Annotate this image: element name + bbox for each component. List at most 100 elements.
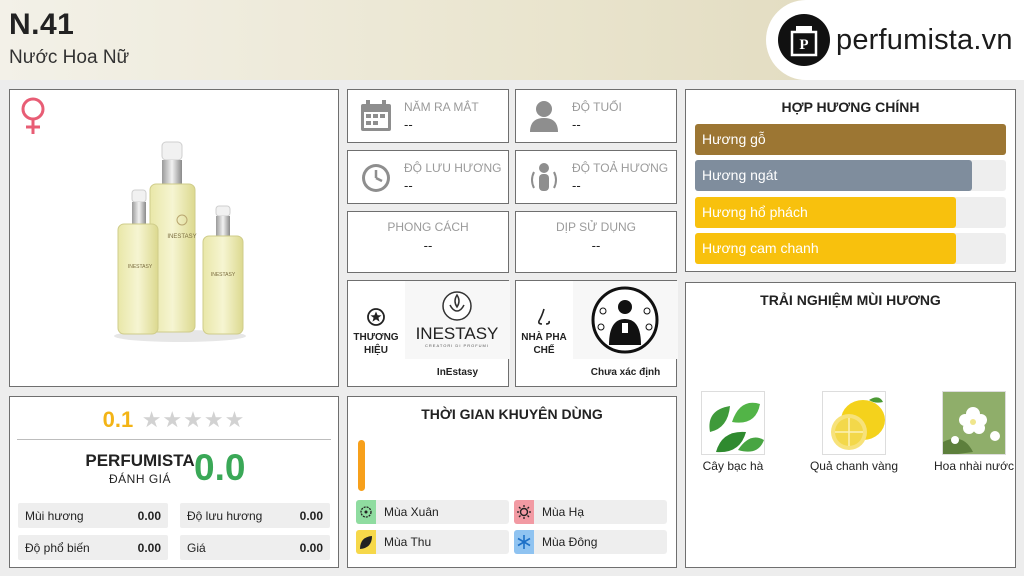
perfumer-card[interactable]: NHÀ PHA CHẾ Chưa xác định bbox=[515, 280, 678, 387]
season-label: Mùa Xuân bbox=[384, 505, 439, 519]
main-accords-panel: HỢP HƯƠNG CHÍNH Hương gỗ Hương ngát Hương … bbox=[685, 89, 1016, 272]
star-icon[interactable]: ★ bbox=[162, 407, 183, 432]
release-year-card: NĂM RA MẮT -- bbox=[347, 89, 509, 143]
occasion-card: DỊP SỬ DỤNG -- bbox=[515, 211, 677, 273]
note-label: Hoa nhài nước bbox=[934, 459, 1014, 473]
logo-text: perfumista.vn bbox=[836, 23, 1013, 56]
autumn-leaf-icon bbox=[359, 534, 373, 555]
release-year-value: -- bbox=[404, 117, 413, 132]
note-mint[interactable]: Cây bạc hà bbox=[688, 391, 778, 474]
star-icon[interactable]: ★ bbox=[204, 407, 225, 432]
rating-criterion: Giá 0.00 bbox=[180, 535, 330, 560]
time-title: THỜI GIAN KHUYÊN DÙNG bbox=[421, 406, 603, 422]
note-lemon[interactable]: Quả chanh vàng bbox=[809, 391, 899, 474]
svg-text:INESTASY: INESTASY bbox=[167, 234, 196, 240]
jasmine-image bbox=[942, 391, 1006, 455]
accord-bar: Hương cam chanh bbox=[695, 233, 1006, 264]
style-card: PHONG CÁCH -- bbox=[347, 211, 509, 273]
perfumer-label-area: NHÀ PHA CHẾ bbox=[516, 281, 572, 386]
criterion-value: 0.00 bbox=[137, 509, 161, 523]
perfumista-rating-title: PERFUMISTA bbox=[85, 451, 195, 470]
criterion-name: Độ lưu hương bbox=[187, 509, 263, 523]
star-icon[interactable]: ★ bbox=[183, 407, 204, 432]
rating-divider bbox=[17, 439, 331, 440]
longevity-card: ĐỘ LƯU HƯƠNG -- bbox=[347, 150, 509, 204]
sillage-person-icon bbox=[531, 163, 557, 191]
star-icon[interactable]: ★ bbox=[142, 407, 163, 432]
longevity-value: -- bbox=[404, 178, 413, 193]
criterion-name: Độ phổ biến bbox=[25, 541, 90, 555]
lemon-image bbox=[822, 391, 886, 455]
accord-label: Hương hổ phách bbox=[702, 204, 808, 220]
perfumer-name: Chưa xác định bbox=[590, 367, 661, 378]
svg-text:INESTASY: INESTASY bbox=[128, 264, 153, 270]
user-rating-score: 0.1 bbox=[102, 407, 134, 432]
style-value: -- bbox=[423, 238, 433, 253]
perfumista-rating-subtitle: ĐÁNH GIÁ bbox=[108, 472, 171, 486]
rating-criterion: Độ lưu hương 0.00 bbox=[180, 503, 330, 528]
logo-bottle-icon: P bbox=[778, 14, 830, 66]
female-icon bbox=[21, 97, 45, 134]
sillage-card: ĐỘ TOẢ HƯƠNG -- bbox=[515, 150, 677, 204]
accord-bar: Hương gỗ bbox=[695, 124, 1006, 155]
experience-title: TRẢI NGHIỆM MÙI HƯƠNG bbox=[760, 292, 941, 308]
nose-icon bbox=[538, 308, 550, 325]
user-rating: 0.1 ★★★★★ bbox=[10, 407, 338, 433]
product-image-card: INESTASY INESTASY INESTASY bbox=[9, 89, 339, 387]
criterion-name: Mùi hương bbox=[25, 509, 84, 523]
brand-label: THƯƠNG HIỆU bbox=[353, 332, 399, 356]
star-badge-icon bbox=[367, 308, 385, 326]
age-card: ĐỘ TUỔI -- bbox=[515, 89, 677, 143]
person-icon bbox=[530, 101, 558, 132]
perfumer-label: NHÀ PHA CHẾ bbox=[521, 332, 567, 356]
occasion-value: -- bbox=[591, 238, 601, 253]
season-label: Mùa Thu bbox=[384, 535, 432, 549]
rating-panel: 0.1 ★★★★★ PERFUMISTA ĐÁNH GIÁ 0.0 Mùi hư… bbox=[9, 396, 339, 568]
time-indicator-bar bbox=[358, 440, 365, 491]
brand-label-area: THƯƠNG HIỆU bbox=[348, 281, 404, 386]
product-bottles-image: INESTASY INESTASY INESTASY bbox=[114, 141, 246, 342]
criterion-value: 0.00 bbox=[299, 509, 323, 523]
accord-label: Hương ngát bbox=[702, 167, 778, 183]
season-item: Mùa Hạ bbox=[514, 500, 667, 524]
brand-name: InEstasy bbox=[436, 367, 479, 378]
perfumista-score: 0.0 bbox=[194, 447, 246, 488]
accord-bar: Hương ngát bbox=[695, 160, 1006, 191]
criterion-value: 0.00 bbox=[299, 541, 323, 555]
occasion-label: DỊP SỬ DỤNG bbox=[555, 220, 637, 234]
clock-icon bbox=[362, 164, 390, 192]
rating-criterion: Mùi hương 0.00 bbox=[18, 503, 168, 528]
header: N.41 Nước Hoa Nữ P perfumista.vn bbox=[0, 0, 1024, 80]
scent-experience-panel: TRẢI NGHIỆM MÙI HƯƠNG Cây bạc hà Quả cha… bbox=[685, 282, 1016, 568]
season-label: Mùa Hạ bbox=[542, 505, 585, 519]
age-label: ĐỘ TUỔI bbox=[572, 100, 622, 114]
season-item: Mùa Thu bbox=[356, 530, 509, 554]
star-icon[interactable]: ★ bbox=[225, 407, 246, 432]
note-label: Cây bạc hà bbox=[702, 459, 764, 473]
style-label: PHONG CÁCH bbox=[387, 220, 469, 234]
longevity-label: ĐỘ LƯU HƯƠNG bbox=[404, 161, 502, 175]
accord-label: Hương gỗ bbox=[702, 131, 766, 147]
svg-text:CREATORI DI PROFUMI: CREATORI DI PROFUMI bbox=[425, 343, 489, 348]
sun-icon bbox=[517, 504, 531, 525]
note-jasmine[interactable]: Hoa nhài nước bbox=[929, 391, 1019, 474]
brand-logo: INESTASY CREATORI DI PROFUMI bbox=[405, 281, 510, 359]
season-label: Mùa Đông bbox=[542, 535, 598, 549]
release-year-label: NĂM RA MẮT bbox=[404, 100, 479, 114]
age-value: -- bbox=[572, 117, 581, 132]
page-subtitle: Nước Hoa Nữ bbox=[9, 47, 130, 68]
rating-stars[interactable]: ★★★★★ bbox=[142, 407, 246, 433]
season-item: Mùa Xuân bbox=[356, 500, 509, 524]
recommended-time-panel: THỜI GIAN KHUYÊN DÙNG Mùa Xuân Mùa Hạ Mùa … bbox=[347, 396, 677, 568]
accords-title: HỢP HƯƠNG CHÍNH bbox=[781, 99, 920, 115]
spring-flower-icon bbox=[359, 504, 373, 525]
snowflake-icon bbox=[517, 534, 531, 555]
calendar-icon bbox=[361, 100, 391, 131]
svg-text:INESTASY: INESTASY bbox=[211, 272, 236, 278]
svg-text:P: P bbox=[799, 37, 808, 53]
site-logo[interactable]: P perfumista.vn bbox=[766, 0, 1024, 80]
mint-image bbox=[701, 391, 765, 455]
perfumer-image bbox=[573, 281, 678, 359]
brand-card[interactable]: THƯƠNG HIỆU INESTASY CREATORI DI PROFUMI… bbox=[347, 280, 510, 387]
rating-criterion: Độ phổ biến 0.00 bbox=[18, 535, 168, 560]
